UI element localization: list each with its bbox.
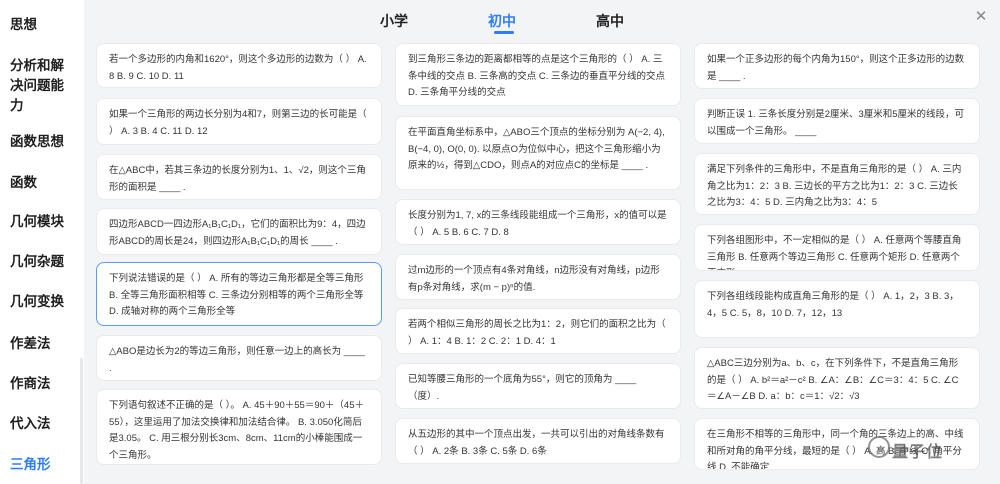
question-card[interactable]: 满足下列条件的三角形中，不是直角三角形的是（ ） A. 三内角之比为1：2：3 … xyxy=(694,153,980,215)
question-card[interactable]: 若一个多边形的内角和1620°，则这个多边形的边数为（ ） A. 8 B. 9 … xyxy=(96,43,382,88)
sidebar-item-thought[interactable]: 思想 xyxy=(10,15,37,34)
sidebar-item-difference-method[interactable]: 作差法 xyxy=(10,334,51,353)
question-card[interactable]: 长度分别为1, 7, x的三条线段能组成一个三角形，x的值可以是（ ） A. 5… xyxy=(395,199,681,245)
question-card[interactable]: △ABO是边长为2的等边三角形，则任意一边上的高长为 ____ . xyxy=(96,335,382,381)
sidebar-item-substitution-method[interactable]: 代入法 xyxy=(10,414,51,433)
tab-junior-high[interactable]: 初中 xyxy=(488,11,516,31)
sidebar: 思想 分析和解 决问题能 力 函数思想 函数 几何模块 几何杂题 几何变换 作差… xyxy=(0,0,84,484)
question-card[interactable]: 如果一个三角形的两边长分别为4和7，则第三边的长可能是（ ） A. 3 B. 4… xyxy=(96,98,382,145)
question-card[interactable]: 下列语句叙述不正确的是（ ）。 A. 45＋90＋55＝90＋（45＋55），这… xyxy=(96,389,382,465)
question-card[interactable]: 到三角形三条边的距离都相等的点是这个三角形的（ ） A. 三条中线的交点 B. … xyxy=(395,43,681,106)
sidebar-item-analysis-line2[interactable]: 决问题能 xyxy=(10,76,64,95)
question-card[interactable]: 下列各组线段能构成直角三角形的是（ ） A. 1，2，3 B. 3，4，5 C.… xyxy=(694,280,980,338)
sidebar-item-triangle[interactable]: 三角形 xyxy=(10,455,51,474)
question-card[interactable]: 下列各组图形中，不一定相似的是（ ） A. 任意两个等腰直角三角形 B. 任意两… xyxy=(694,224,980,271)
question-card[interactable]: 四边形ABCD一四边形A₁B₁C₁D₁，它们的面积比为9：4，四边形ABCD的周… xyxy=(96,208,382,255)
watermark-text: 量子位 xyxy=(892,444,944,461)
question-card[interactable]: 从五边形的其中一个顶点出发，一共可以引出的对角线条数有（ ） A. 2条 B. … xyxy=(395,418,681,464)
question-card[interactable]: 在平面直角坐标系中，△ABO三个顶点的坐标分别为 A(−2, 4), B(−4,… xyxy=(395,116,681,190)
main-panel: 小学 初中 高中 若一个多边形的内角和1620°，则这个多边形的边数为（ ） A… xyxy=(84,0,1000,484)
watermark-circle-icon xyxy=(868,436,890,458)
question-card[interactable]: 已知等腰三角形的一个底角为55°，则它的顶角为 ____ （度）. xyxy=(395,363,681,409)
sidebar-item-analysis-line1[interactable]: 分析和解 xyxy=(10,56,64,75)
tab-primary[interactable]: 小学 xyxy=(380,11,408,31)
watermark-logo: 量子位 xyxy=(868,430,962,464)
question-card[interactable]: 判断正误 1. 三条长度分别是2厘米、3厘米和5厘米的线段，可以围成一个三角形。… xyxy=(694,98,980,144)
question-card[interactable]: △ABC三边分别为a、b、c，在下列条件下，不是直角三角形的是（ ） A. b²… xyxy=(694,347,980,409)
tab-senior-high[interactable]: 高中 xyxy=(596,11,624,31)
sidebar-item-function[interactable]: 函数 xyxy=(10,173,37,192)
sidebar-scrollbar[interactable] xyxy=(80,358,83,484)
sidebar-item-function-thought[interactable]: 函数思想 xyxy=(10,132,64,151)
close-icon[interactable]: ✕ xyxy=(972,8,990,26)
question-card-selected[interactable]: 下列说法错误的是（ ） A. 所有的等边三角形都是全等三角形 B. 全等三角形面… xyxy=(96,262,382,326)
question-card[interactable]: 在△ABC中，若其三条边的长度分别为1、1、√2，则这个三角形的面积是 ____… xyxy=(96,154,382,200)
question-card[interactable]: 过m边形的一个顶点有4条对角线，n边形没有对角线，p边形有p条对角线，求(m −… xyxy=(395,254,681,300)
question-card[interactable]: 若两个相似三角形的周长之比为1：2，则它们的面积之比为（ ） A. 1：4 B.… xyxy=(395,308,681,354)
question-card[interactable]: 如果一个正多边形的每个内角为150°，则这个正多边形的边数是 ____ . xyxy=(694,43,980,89)
sidebar-item-geometry-misc[interactable]: 几何杂题 xyxy=(10,252,64,271)
grade-tabs: 小学 初中 高中 xyxy=(84,0,1000,40)
sidebar-item-geometry-transform[interactable]: 几何变换 xyxy=(10,292,64,311)
sidebar-item-quotient-method[interactable]: 作商法 xyxy=(10,374,51,393)
sidebar-item-geometry-module[interactable]: 几何模块 xyxy=(10,212,64,231)
active-tab-indicator xyxy=(494,31,514,34)
sidebar-item-analysis-line3[interactable]: 力 xyxy=(10,96,24,115)
